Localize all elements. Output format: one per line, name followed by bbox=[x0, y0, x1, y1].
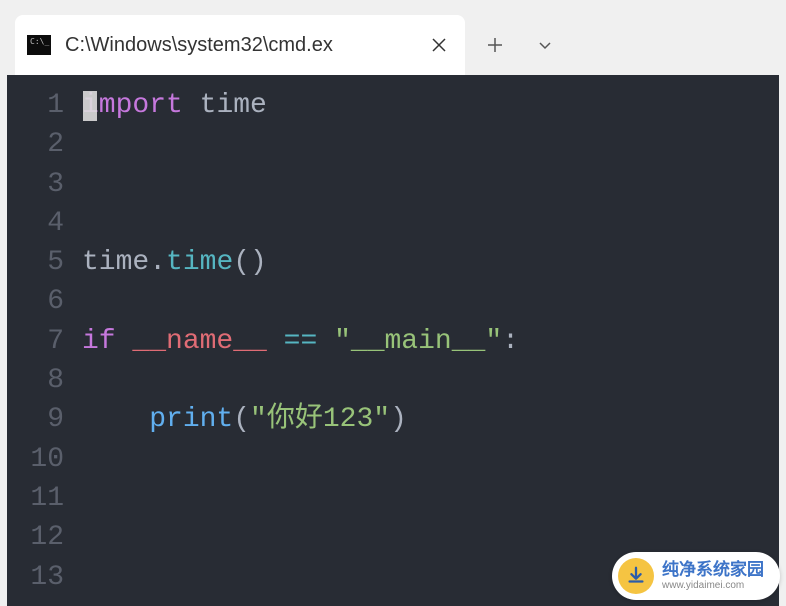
cmd-icon bbox=[27, 35, 51, 55]
code-line bbox=[82, 282, 779, 321]
line-number: 6 bbox=[7, 282, 64, 321]
line-number: 9 bbox=[7, 400, 64, 439]
code-line: if __name__ == "__main__": bbox=[82, 322, 779, 361]
line-number: 13 bbox=[7, 558, 64, 597]
text-cursor bbox=[83, 91, 97, 121]
line-number: 3 bbox=[7, 165, 64, 204]
code-line: time.time() bbox=[82, 243, 779, 282]
code-line bbox=[82, 440, 779, 479]
line-number: 12 bbox=[7, 518, 64, 557]
tab-actions bbox=[465, 25, 570, 65]
title-bar: C:\Windows\system32\cmd.ex bbox=[0, 0, 786, 75]
code-line bbox=[82, 165, 779, 204]
line-number: 8 bbox=[7, 361, 64, 400]
code-line bbox=[82, 479, 779, 518]
chevron-down-icon bbox=[537, 37, 553, 53]
close-icon bbox=[431, 37, 447, 53]
code-content[interactable]: import time time.time() if __name__ == "… bbox=[82, 75, 779, 606]
editor-area[interactable]: 1 2 3 4 5 6 7 8 9 10 11 12 13 import tim… bbox=[7, 75, 779, 606]
line-number: 2 bbox=[7, 125, 64, 164]
terminal-tab[interactable]: C:\Windows\system32\cmd.ex bbox=[15, 15, 465, 75]
line-gutter: 1 2 3 4 5 6 7 8 9 10 11 12 13 bbox=[7, 75, 82, 606]
watermark-sub: www.yidaimei.com bbox=[662, 580, 764, 591]
watermark-text: 纯净系统家园 www.yidaimei.com bbox=[662, 561, 764, 591]
tab-dropdown-button[interactable] bbox=[520, 25, 570, 65]
code-line bbox=[82, 125, 779, 164]
line-number: 11 bbox=[7, 479, 64, 518]
code-line: print("你好123") bbox=[82, 400, 779, 439]
line-number: 10 bbox=[7, 440, 64, 479]
code-line bbox=[82, 361, 779, 400]
download-icon bbox=[618, 558, 654, 594]
line-number: 4 bbox=[7, 204, 64, 243]
tab-title: C:\Windows\system32\cmd.ex bbox=[65, 34, 421, 57]
close-tab-button[interactable] bbox=[421, 27, 457, 63]
plus-icon bbox=[486, 36, 504, 54]
watermark-main: 纯净系统家园 bbox=[662, 561, 764, 580]
watermark-badge: 纯净系统家园 www.yidaimei.com bbox=[612, 552, 780, 600]
code-line: import time bbox=[82, 86, 779, 125]
line-number: 5 bbox=[7, 243, 64, 282]
new-tab-button[interactable] bbox=[470, 25, 520, 65]
code-line bbox=[82, 204, 779, 243]
line-number: 1 bbox=[7, 86, 64, 125]
line-number: 7 bbox=[7, 322, 64, 361]
